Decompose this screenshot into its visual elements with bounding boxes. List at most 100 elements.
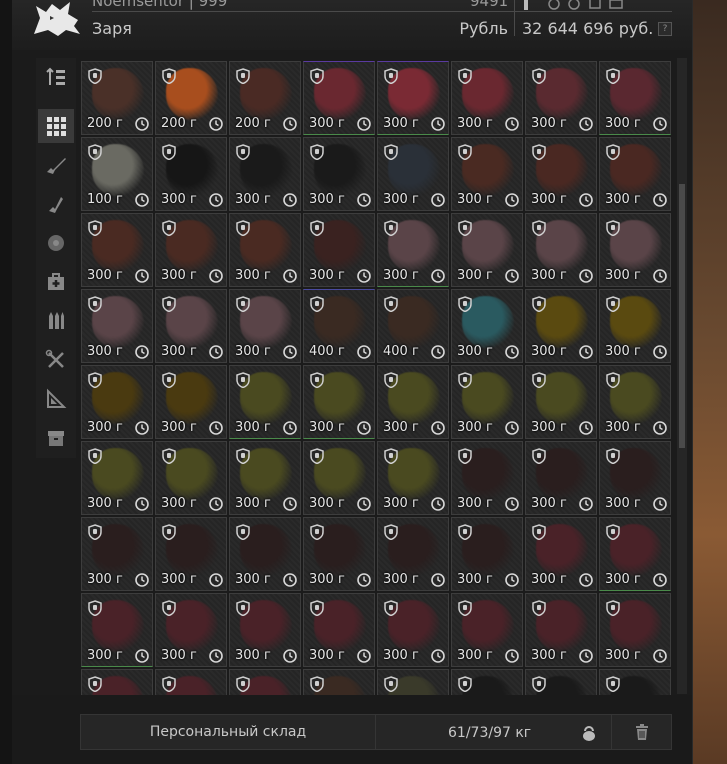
item-cell[interactable]: 300 г xyxy=(81,517,153,591)
item-cell[interactable]: 300 г xyxy=(599,61,671,135)
item-cell[interactable]: 300 г xyxy=(229,137,301,211)
filter-weapons-button[interactable] xyxy=(38,148,74,182)
item-cell[interactable]: 300 г xyxy=(451,365,523,439)
item-cell[interactable]: 300 г xyxy=(599,365,671,439)
item-cell[interactable]: 300 г xyxy=(155,593,227,667)
clock-icon xyxy=(357,497,371,511)
item-cell[interactable]: 300 г xyxy=(303,517,375,591)
item-cell[interactable]: 300 г xyxy=(155,213,227,287)
item-cell[interactable]: 200 г xyxy=(155,61,227,135)
item-cell[interactable]: 300 г xyxy=(525,517,597,591)
item-cell[interactable]: 300 г xyxy=(229,517,301,591)
item-cell[interactable] xyxy=(599,669,671,695)
item-cell[interactable] xyxy=(155,669,227,695)
item-cell[interactable]: 300 г xyxy=(377,593,449,667)
item-cell[interactable]: 300 г xyxy=(377,137,449,211)
sort-button[interactable] xyxy=(38,60,74,94)
item-cell[interactable]: 300 г xyxy=(81,365,153,439)
filter-all-button[interactable] xyxy=(38,109,74,143)
filter-ammo-button[interactable] xyxy=(38,304,74,338)
item-cell[interactable]: 300 г xyxy=(155,517,227,591)
item-weight: 300 г xyxy=(605,496,641,511)
item-cell[interactable]: 300 г xyxy=(525,213,597,287)
item-cell[interactable]: 300 г xyxy=(525,441,597,515)
found-in-raid-shield-icon xyxy=(458,600,472,616)
item-cell[interactable]: 300 г xyxy=(155,289,227,363)
item-cell[interactable]: 300 г xyxy=(303,441,375,515)
item-cell[interactable]: 300 г xyxy=(81,289,153,363)
clock-icon xyxy=(653,269,667,283)
item-cell[interactable] xyxy=(525,669,597,695)
item-cell[interactable]: 300 г xyxy=(599,289,671,363)
item-cell[interactable]: 300 г xyxy=(229,213,301,287)
item-cell[interactable]: 300 г xyxy=(229,289,301,363)
item-cell[interactable] xyxy=(229,669,301,695)
found-in-raid-shield-icon xyxy=(310,68,324,84)
item-cell[interactable]: 300 г xyxy=(303,365,375,439)
item-cell[interactable]: 200 г xyxy=(81,61,153,135)
item-cell[interactable] xyxy=(303,669,375,695)
item-cell[interactable]: 300 г xyxy=(377,441,449,515)
filter-info-button[interactable] xyxy=(38,382,74,416)
item-cell[interactable]: 300 г xyxy=(303,61,375,135)
filter-provisions-button[interactable] xyxy=(38,226,74,260)
item-cell[interactable]: 300 г xyxy=(599,441,671,515)
help-icon[interactable]: ? xyxy=(658,22,672,36)
item-cell[interactable]: 300 г xyxy=(377,213,449,287)
filter-weapon-parts-button[interactable] xyxy=(38,187,74,221)
item-weight: 400 г xyxy=(309,344,345,359)
item-cell[interactable]: 300 г xyxy=(525,61,597,135)
found-in-raid-shield-icon xyxy=(458,68,472,84)
item-cell[interactable]: 300 г xyxy=(525,137,597,211)
item-cell[interactable]: 300 г xyxy=(451,213,523,287)
found-in-raid-shield-icon xyxy=(310,676,324,692)
item-cell[interactable]: 300 г xyxy=(599,137,671,211)
item-cell[interactable]: 300 г xyxy=(155,137,227,211)
item-cell[interactable]: 400 г xyxy=(303,289,375,363)
item-cell[interactable]: 300 г xyxy=(599,593,671,667)
item-cell[interactable]: 300 г xyxy=(451,137,523,211)
item-cell[interactable] xyxy=(81,669,153,695)
item-cell[interactable]: 300 г xyxy=(377,365,449,439)
item-cell[interactable]: 300 г xyxy=(451,441,523,515)
personal-stash-tab[interactable]: Персональный склад xyxy=(80,714,376,750)
item-cell[interactable]: 300 г xyxy=(451,517,523,591)
item-cell[interactable]: 200 г xyxy=(229,61,301,135)
item-cell[interactable]: 300 г xyxy=(451,289,523,363)
item-cell[interactable]: 300 г xyxy=(525,365,597,439)
clock-icon xyxy=(431,345,445,359)
filter-medical-button[interactable] xyxy=(38,265,74,299)
item-cell[interactable]: 300 г xyxy=(81,593,153,667)
item-cell[interactable]: 300 г xyxy=(229,365,301,439)
item-cell[interactable]: 300 г xyxy=(155,365,227,439)
item-cell[interactable]: 300 г xyxy=(229,593,301,667)
filter-containers-button[interactable] xyxy=(38,421,74,455)
item-cell[interactable]: 300 г xyxy=(303,137,375,211)
found-in-raid-shield-icon xyxy=(88,600,102,616)
item-cell[interactable]: 300 г xyxy=(155,441,227,515)
item-cell[interactable]: 300 г xyxy=(599,213,671,287)
filter-tools-button[interactable] xyxy=(38,343,74,377)
item-cell[interactable]: 100 г xyxy=(81,137,153,211)
item-cell[interactable]: 300 г xyxy=(229,441,301,515)
clock-icon xyxy=(653,497,667,511)
item-cell[interactable] xyxy=(451,669,523,695)
item-cell[interactable]: 400 г xyxy=(377,289,449,363)
item-cell[interactable]: 300 г xyxy=(377,517,449,591)
item-cell[interactable]: 300 г xyxy=(81,213,153,287)
trash-button[interactable] xyxy=(612,714,672,750)
item-cell[interactable] xyxy=(377,669,449,695)
grid-scrollbar[interactable] xyxy=(677,58,687,694)
item-cell[interactable]: 300 г xyxy=(451,593,523,667)
item-cell[interactable]: 300 г xyxy=(599,517,671,591)
item-cell[interactable]: 300 г xyxy=(377,61,449,135)
scrollbar-thumb[interactable] xyxy=(679,184,685,448)
clock-icon xyxy=(431,117,445,131)
item-cell[interactable]: 300 г xyxy=(303,213,375,287)
item-cell[interactable]: 300 г xyxy=(451,61,523,135)
item-weight: 300 г xyxy=(161,420,197,435)
item-cell[interactable]: 300 г xyxy=(525,289,597,363)
item-cell[interactable]: 300 г xyxy=(525,593,597,667)
item-cell[interactable]: 300 г xyxy=(81,441,153,515)
item-cell[interactable]: 300 г xyxy=(303,593,375,667)
